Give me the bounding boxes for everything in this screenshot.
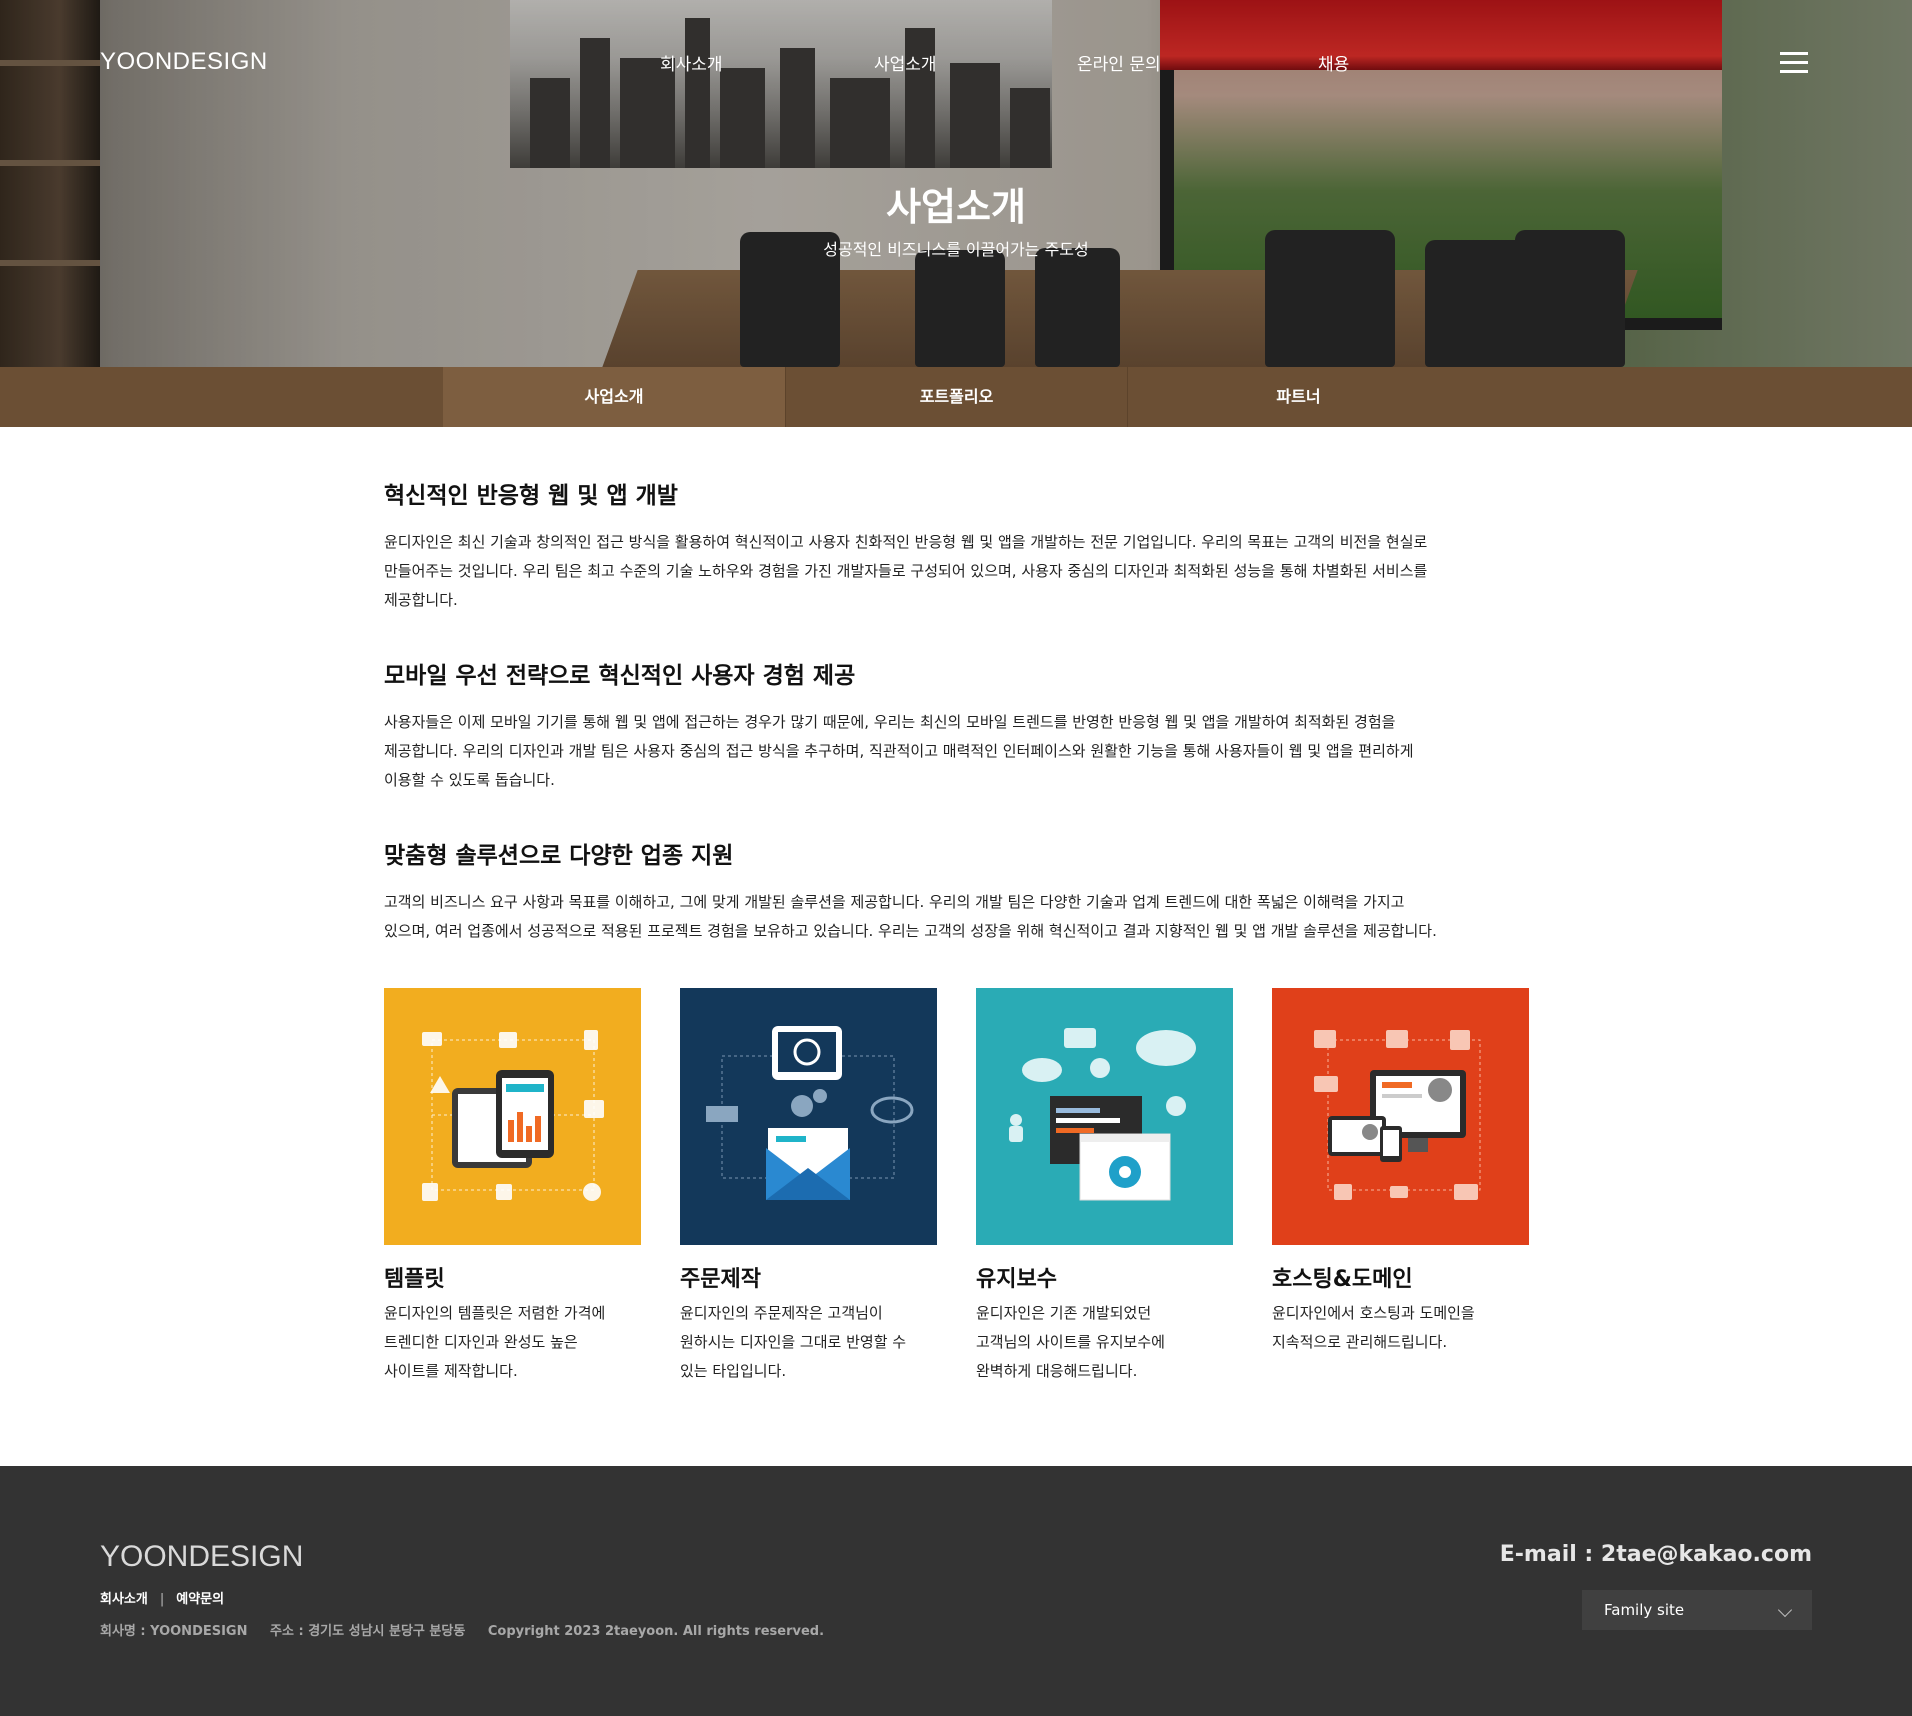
page-title: 사업소개 [886, 185, 1026, 229]
nav-item-business[interactable]: 사업소개 [874, 50, 937, 75]
service-card-maintenance[interactable]: 유지보수 윤디자인은 기존 개발되었던 고객님의 사이트를 유지보수에 완벽하게… [976, 988, 1233, 1386]
service-card-hosting[interactable]: 호스팅&도메인 윤디자인에서 호스팅과 도메인을 지속적으로 관리해드립니다. [1272, 988, 1529, 1357]
nav-item-company[interactable]: 회사소개 [660, 50, 723, 75]
service-card-template[interactable]: 템플릿 윤디자인의 템플릿은 저렴한 가격에 트렌디한 디자인과 완성도 높은 … [384, 988, 641, 1386]
cloud-browser-icon [976, 988, 1233, 1245]
mail-gear-icon [680, 988, 937, 1245]
sub-navigation: 사업소개 포트폴리오 파트너 [0, 367, 1912, 427]
section-mobile-first: 모바일 우선 전략으로 혁신적인 사용자 경험 제공 사용자들은 이제 모바일 … [384, 656, 1534, 795]
family-site-select[interactable]: Family site [1582, 1590, 1812, 1630]
page-subtitle: 성공적인 비즈니스를 이끌어가는 주도성 [823, 240, 1089, 259]
footer-link-company[interactable]: 회사소개 [100, 1592, 148, 1607]
footer-copyright: Copyright 2023 2taeyoon. All rights rese… [487, 1624, 825, 1639]
service-desc: 윤디자인은 기존 개발되었던 고객님의 사이트를 유지보수에 완벽하게 대응해드… [976, 1304, 1165, 1380]
service-card-custom[interactable]: 주문제작 윤디자인의 주문제작은 고객님이 원하시는 디자인을 그대로 반영할 … [680, 988, 937, 1386]
tab-business[interactable]: 사업소개 [443, 367, 785, 427]
tab-partner[interactable]: 파트너 [1127, 367, 1469, 427]
hamburger-menu-icon[interactable] [1780, 52, 1808, 74]
section-custom-solution: 맞춤형 솔루션으로 다양한 업종 지원 고객의 비즈니스 요구 사항과 목표를 … [384, 836, 1534, 946]
nav-item-recruit[interactable]: 채용 [1318, 50, 1349, 75]
footer-info: 회사명 : YOONDESIGN 주소 : 경기도 성남시 분당구 분당동 Co… [100, 1620, 842, 1639]
section-text: 고객의 비즈니스 요구 사항과 목표를 이해하고, 그에 맞게 개발된 솔루션을… [384, 893, 1437, 940]
section-title: 모바일 우선 전략으로 혁신적인 사용자 경험 제공 [384, 663, 856, 689]
service-desc: 윤디자인의 템플릿은 저렴한 가격에 트렌디한 디자인과 완성도 높은 사이트를… [384, 1304, 606, 1380]
footer-address: 주소 : 경기도 성남시 분당구 분당동 [270, 1624, 466, 1639]
footer-links: 회사소개 | 예약문의 [100, 1592, 225, 1607]
footer-logo[interactable]: YOONDESIGN [100, 1540, 303, 1574]
hero-banner: YOONDESIGN 회사소개 사업소개 온라인 문의 채용 사업소개 성공적인… [0, 0, 1912, 367]
service-title: 호스팅&도메인 [1272, 1267, 1413, 1292]
devices-network-icon [1272, 988, 1529, 1245]
site-logo[interactable]: YOONDESIGN [100, 48, 268, 76]
site-footer: YOONDESIGN 회사소개 | 예약문의 회사명 : YOONDESIGN 주소… [0, 1466, 1912, 1716]
top-navigation: YOONDESIGN 회사소개 사업소개 온라인 문의 채용 [0, 0, 1912, 120]
tablet-dashboard-icon [384, 988, 641, 1245]
tab-portfolio[interactable]: 포트폴리오 [785, 367, 1127, 427]
service-title: 유지보수 [976, 1267, 1057, 1292]
chevron-down-icon [1777, 1602, 1793, 1618]
footer-company-name: 회사명 : YOONDESIGN [100, 1624, 248, 1639]
service-title: 템플릿 [384, 1267, 445, 1292]
service-title: 주문제작 [680, 1267, 761, 1292]
section-responsive-dev: 혁신적인 반응형 웹 및 앱 개발 윤디자인은 최신 기술과 창의적인 접근 방… [384, 476, 1534, 615]
nav-item-inquiry[interactable]: 온라인 문의 [1077, 50, 1161, 75]
section-title: 혁신적인 반응형 웹 및 앱 개발 [384, 483, 678, 509]
service-desc: 윤디자인의 주문제작은 고객님이 원하시는 디자인을 그대로 반영할 수 있는 … [680, 1304, 907, 1380]
section-text: 사용자들은 이제 모바일 기기를 통해 웹 및 앱에 접근하는 경우가 많기 때… [384, 713, 1414, 789]
section-title: 맞춤형 솔루션으로 다양한 업종 지원 [384, 843, 734, 869]
family-site-label: Family site [1604, 1601, 1685, 1619]
footer-link-reservation[interactable]: 예약문의 [176, 1592, 224, 1607]
service-desc: 윤디자인에서 호스팅과 도메인을 지속적으로 관리해드립니다. [1272, 1304, 1475, 1351]
section-text: 윤디자인은 최신 기술과 창의적인 접근 방식을 활용하여 혁신적이고 사용자 … [384, 533, 1428, 609]
footer-email[interactable]: E-mail : 2tae@kakao.com [1500, 1542, 1812, 1567]
